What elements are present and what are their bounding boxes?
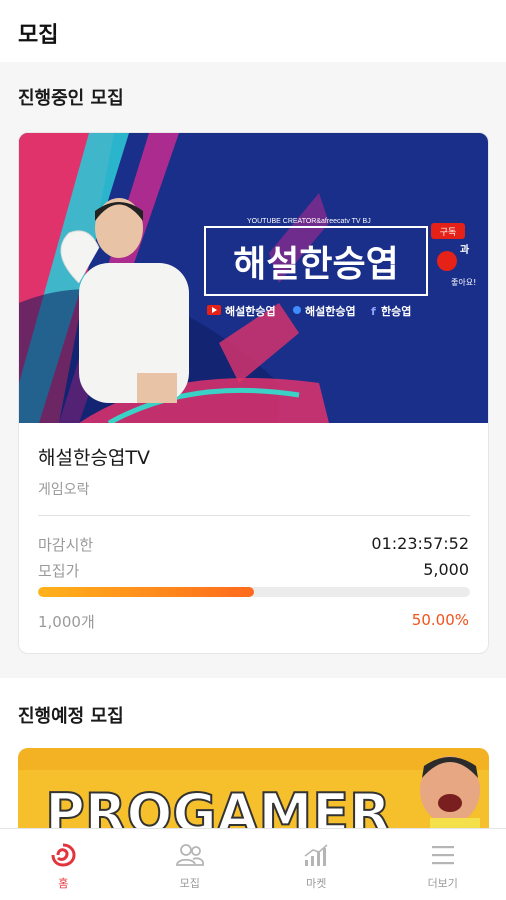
banner-like-text: 과 xyxy=(460,243,470,256)
nav-item-recruit[interactable]: 모집 xyxy=(127,829,254,900)
card-banner: YOUTUBE CREATOR&afreecatv TV BJ 해설한승엽 해설… xyxy=(19,133,488,423)
card-name: 해설한승엽TV xyxy=(38,447,151,469)
nav-item-market[interactable]: 마켓 xyxy=(253,829,380,900)
banner-social-youtube: 해설한승엽 xyxy=(225,304,276,318)
page-title: 모집 xyxy=(18,23,59,48)
nav-label-home: 홈 xyxy=(58,877,69,890)
banner-social-facebook: 한승엽 xyxy=(381,304,411,318)
people-icon xyxy=(175,841,205,869)
banner-headline: 해설한승엽 xyxy=(233,244,399,285)
card-divider xyxy=(38,515,470,516)
deadline-label: 마감시한 xyxy=(38,536,94,554)
banner-social-afreeca: 해설한승엽 xyxy=(305,304,356,318)
upcoming-section: 진행예정 모집 PROGAMER xyxy=(0,678,506,838)
deadline-value: 01:23:57:52 xyxy=(371,534,469,553)
price-value: 5,000 xyxy=(423,560,469,579)
nav-label-more: 더보기 xyxy=(427,877,458,890)
chart-bars-icon xyxy=(301,841,331,869)
home-logo-icon xyxy=(48,841,78,869)
nav-item-home[interactable]: 홈 xyxy=(0,829,127,900)
price-label: 모집가 xyxy=(38,562,80,580)
app-header: 모집 xyxy=(0,0,506,62)
banner-tagline: YOUTUBE CREATOR&afreecatv TV BJ xyxy=(247,218,371,225)
banner-like-sub: 좋아요! xyxy=(451,277,476,287)
nav-label-recruit: 모집 xyxy=(179,877,200,890)
percent-text: 50.00% xyxy=(411,611,469,629)
recruit-card[interactable]: YOUTUBE CREATOR&afreecatv TV BJ 해설한승엽 해설… xyxy=(18,132,489,654)
afreeca-icon xyxy=(293,306,301,314)
facebook-icon: f xyxy=(371,305,376,318)
bottom-nav: 홈 모집 마켓 더보기 xyxy=(0,828,506,900)
upcoming-card-banner[interactable]: PROGAMER xyxy=(18,748,489,838)
nav-label-market: 마켓 xyxy=(306,877,327,890)
upcoming-section-title: 진행예정 모집 xyxy=(18,706,124,727)
quantity-text: 1,000개 xyxy=(38,613,95,631)
progress-bar xyxy=(38,587,470,597)
banner-subscribe: 구독 xyxy=(440,227,457,238)
ongoing-section: 진행중인 모집 YOUTUBE CREATOR&afreecatv TV BJ … xyxy=(0,62,506,678)
ongoing-section-title: 진행중인 모집 xyxy=(18,88,124,109)
thumbs-up-icon xyxy=(437,251,457,271)
progress-fill xyxy=(38,587,254,597)
card-category: 게임오락 xyxy=(38,482,90,498)
menu-icon xyxy=(428,841,458,869)
nav-item-more[interactable]: 더보기 xyxy=(380,829,506,900)
